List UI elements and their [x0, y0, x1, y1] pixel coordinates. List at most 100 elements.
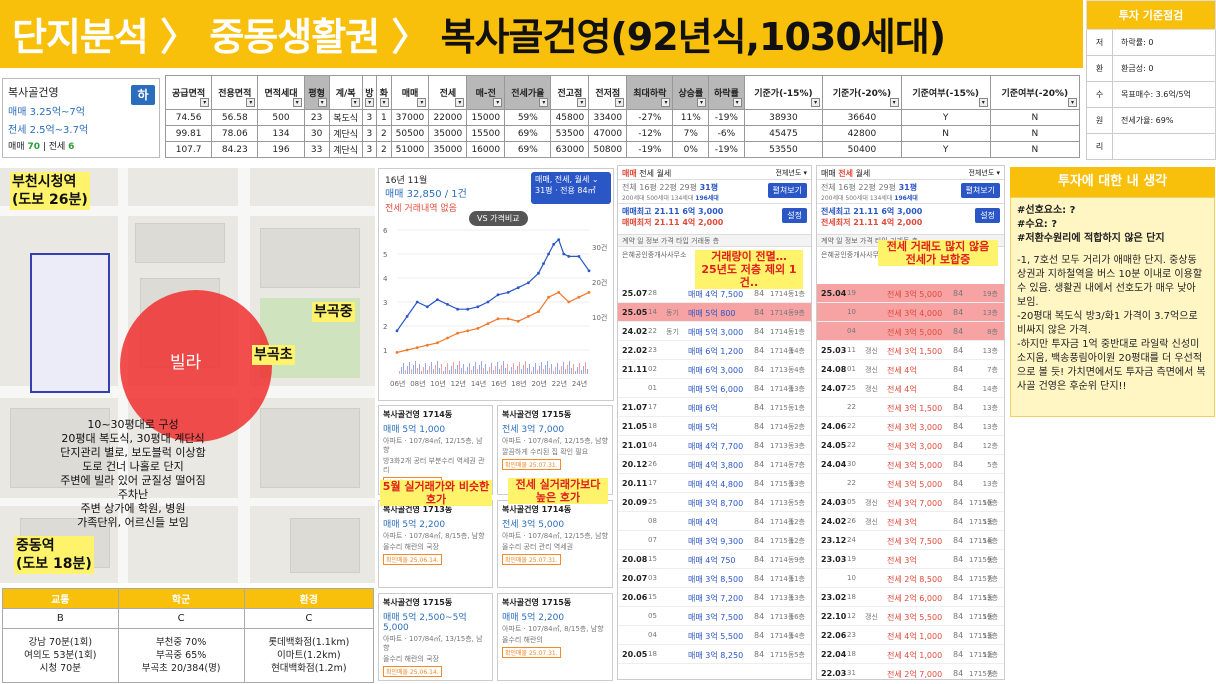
transaction-row[interactable]: 21.05 18 매매 5억 84 1714동 2층	[618, 417, 811, 436]
size-option[interactable]: 전체	[821, 183, 836, 192]
transaction-row[interactable]: 24.03 05 갱신 전세 3억 7,000 84 1715동 10층	[817, 493, 1004, 512]
filter-dropdown-icon[interactable]: ▾	[889, 98, 899, 107]
filter-dropdown-icon[interactable]: ▾	[1068, 98, 1077, 107]
table-header-cell[interactable]: 전저점 ▾	[588, 75, 628, 110]
table-header-cell[interactable]: 상승률 ▾	[672, 75, 710, 110]
table-header-cell[interactable]: 기준여부(-20%) ▾	[989, 75, 1081, 110]
transaction-row[interactable]: 23.02 18 전세 2억 6,000 84 1715동 13층	[817, 588, 1004, 607]
transaction-row[interactable]: 05 매매 3억 7,500 84 1713동 16층	[618, 607, 811, 626]
year-filter[interactable]: 전체년도 ▾	[776, 168, 808, 178]
transaction-row[interactable]: 22.06 23 전세 4억 1,000 84 1715동 13층	[817, 626, 1004, 645]
transaction-row[interactable]: 22.10 12 갱신 전세 3억 5,500 84 1715동 19층	[817, 607, 1004, 626]
table-header-cell[interactable]: 매매 ▾	[390, 75, 430, 110]
transaction-row[interactable]: 22.03 31 전세 2억 7,000 84 1715동 7층	[817, 664, 1004, 679]
table-header-cell[interactable]: 매-전 ▾	[466, 75, 506, 110]
listing-card[interactable]: 복사골건영 1713동 매매 5억 2,200 아파트 · 107/84㎡, 8/…	[378, 500, 493, 588]
transaction-row[interactable]: 10 전세 3억 4,000 84 13층	[817, 303, 1004, 322]
transaction-row[interactable]: 22.04 18 전세 4억 1,000 84 1715동 12층	[817, 645, 1004, 664]
size-option[interactable]: 29평	[878, 183, 896, 192]
transaction-row[interactable]: 21.07 17 매매 6억 84 1715동 1층	[618, 398, 811, 417]
transaction-row[interactable]: 22 전세 3억 5,000 84 13층	[817, 474, 1004, 493]
transaction-row[interactable]: 21.11 02 매매 6억 3,000 84 1713동 4층	[618, 360, 811, 379]
filter-dropdown-icon[interactable]: ▾	[379, 98, 389, 107]
size-option[interactable]: 22평	[659, 183, 677, 192]
table-header-cell[interactable]: 하락률 ▾	[708, 75, 745, 110]
size-option[interactable]: 16평	[639, 183, 657, 192]
size-option-selected[interactable]: 31평	[700, 183, 719, 192]
chart-type-selector[interactable]: 매매, 전세, 월세 ⌄ 31평 · 전용 84㎡	[531, 172, 611, 204]
transaction-row[interactable]: 20.07 03 매매 3억 8,500 84 1714동 11층	[618, 569, 811, 588]
listing-card[interactable]: 복사골건영 1715동 매매 5억 2,500~5억 5,000 아파트 · 10…	[378, 593, 493, 681]
table-header-cell[interactable]: 최대하락 ▾	[626, 75, 674, 110]
filter-dropdown-icon[interactable]: ▾	[697, 98, 707, 107]
table-header-cell[interactable]: 공급면적 ▾	[164, 75, 213, 110]
transaction-row[interactable]: 04 전세 3억 5,000 84 8층	[817, 322, 1004, 341]
table-header-cell[interactable]: 방 ▾	[361, 75, 378, 110]
filter-dropdown-icon[interactable]: ▾	[365, 98, 375, 107]
transaction-row[interactable]: 20.08 15 매매 4억 750 84 1714동 9층	[618, 550, 811, 569]
table-header-cell[interactable]: 전용면적 ▾	[211, 75, 259, 110]
transaction-row[interactable]: 20.12 26 매매 4억 3,800 84 1714동 7층	[618, 455, 811, 474]
filter-dropdown-icon[interactable]: ▾	[732, 98, 742, 107]
transaction-row[interactable]: 25.04 19 전세 3억 5,000 84 19층	[817, 284, 1004, 303]
tab-jeonse[interactable]: 전세	[838, 169, 853, 178]
transaction-row[interactable]: 24.02 26 갱신 전세 3억 84 1715동 13층	[817, 512, 1004, 531]
filter-dropdown-icon[interactable]: ▾	[978, 98, 988, 107]
size-option[interactable]: 29평	[679, 183, 697, 192]
transaction-row[interactable]: 10 전세 2억 8,500 84 1715동 7층	[817, 569, 1004, 588]
filter-dropdown-icon[interactable]: ▾	[200, 98, 210, 107]
filter-dropdown-icon[interactable]: ▾	[493, 98, 503, 107]
table-header-cell[interactable]: 전고점 ▾	[550, 75, 590, 110]
year-filter[interactable]: 전체년도 ▾	[969, 168, 1001, 178]
transaction-row[interactable]: 22 전세 3억 1,500 84 13층	[817, 398, 1004, 417]
transaction-row[interactable]: 24.07 25 갱신 전세 4억 84 14층	[817, 379, 1004, 398]
filter-dropdown-icon[interactable]: ▾	[577, 98, 587, 107]
transaction-row[interactable]: 21.01 04 매매 4억 7,700 84 1713동 3층	[618, 436, 811, 455]
transaction-row[interactable]: 23.03 19 전세 3억 84 1715동 9층	[817, 550, 1004, 569]
tab-sale[interactable]: 매매	[622, 169, 637, 178]
filter-dropdown-icon[interactable]: ▾	[811, 98, 821, 107]
table-header-cell[interactable]: 기준가(-15%) ▾	[743, 75, 824, 110]
size-option[interactable]: 22평	[858, 183, 876, 192]
filter-dropdown-icon[interactable]: ▾	[350, 98, 360, 107]
transaction-row[interactable]: 24.08 01 갱신 전세 4억 84 7층	[817, 360, 1004, 379]
transaction-row[interactable]: 20.09 25 매매 3억 8,700 84 1713동 5층	[618, 493, 811, 512]
transaction-row[interactable]: 20.11 17 매매 4억 4,800 84 1715동 13층	[618, 474, 811, 493]
listing-card[interactable]: 복사골건영 1714동 전세 3억 5,000 아파트 · 107/84㎡, 12…	[497, 500, 613, 588]
transaction-row[interactable]: 24.06 22 전세 3억 3,000 84 13층	[817, 417, 1004, 436]
table-header-cell[interactable]: 면적세대 ▾	[257, 75, 305, 110]
size-option-selected[interactable]: 31평	[899, 183, 918, 192]
size-option[interactable]: 16평	[838, 183, 856, 192]
table-header-cell[interactable]: 기준여부(-15%) ▾	[900, 75, 991, 110]
tab-jeonse[interactable]: 전세	[639, 169, 654, 178]
settings-button[interactable]: 설정	[782, 208, 807, 223]
transaction-row[interactable]: 23.12 24 전세 3억 7,500 84 1715동 14층	[817, 531, 1004, 550]
transaction-row[interactable]: 22.02 23 매매 6억 1,200 84 1714동 14층	[618, 341, 811, 360]
floor-badge[interactable]: 하	[131, 85, 155, 105]
tab-rent[interactable]: 월세	[657, 169, 672, 178]
filter-dropdown-icon[interactable]: ▾	[455, 98, 465, 107]
transaction-row[interactable]: 20.06 15 매매 3억 7,200 84 1713동 13층	[618, 588, 811, 607]
tab-sale[interactable]: 매매	[821, 169, 836, 178]
table-header-cell[interactable]: 전세가율 ▾	[504, 75, 552, 110]
transaction-row[interactable]: 04 매매 3억 5,500 84 1714동 14층	[618, 626, 811, 645]
transaction-row[interactable]: 24.05 22 전세 3억 3,000 84 12층	[817, 436, 1004, 455]
transaction-row[interactable]: 07 매매 3억 9,300 84 1715동 12층	[618, 531, 811, 550]
filter-dropdown-icon[interactable]: ▾	[317, 98, 327, 107]
tab-rent[interactable]: 월세	[856, 169, 871, 178]
filter-dropdown-icon[interactable]: ▾	[292, 98, 302, 107]
table-header-cell[interactable]: 전세 ▾	[428, 75, 468, 110]
filter-dropdown-icon[interactable]: ▾	[539, 98, 549, 107]
transaction-row[interactable]: 24.04 30 전세 3억 5,000 84 5층	[817, 455, 1004, 474]
size-option[interactable]: 전체	[622, 183, 637, 192]
table-header-cell[interactable]: 평형 ▾	[303, 75, 330, 110]
transaction-row[interactable]: 25.03 11 갱신 전세 3억 1,500 84 13층	[817, 341, 1004, 360]
transaction-row[interactable]: 08 매매 4억 84 1714동 12층	[618, 512, 811, 531]
filter-dropdown-icon[interactable]: ▾	[246, 98, 256, 107]
expand-button[interactable]: 펼쳐보기	[960, 183, 1000, 198]
listing-card[interactable]: 복사골건영 1715동 매매 5억 2,200 아파트 · 107/84㎡, 8/…	[497, 593, 613, 681]
transaction-row[interactable]: 24.02 22 동기 매매 5억 3,000 84 1714동 1층	[618, 322, 811, 341]
filter-dropdown-icon[interactable]: ▾	[615, 98, 625, 107]
filter-dropdown-icon[interactable]: ▾	[417, 98, 427, 107]
table-header-cell[interactable]: 계/복 ▾	[328, 75, 363, 110]
